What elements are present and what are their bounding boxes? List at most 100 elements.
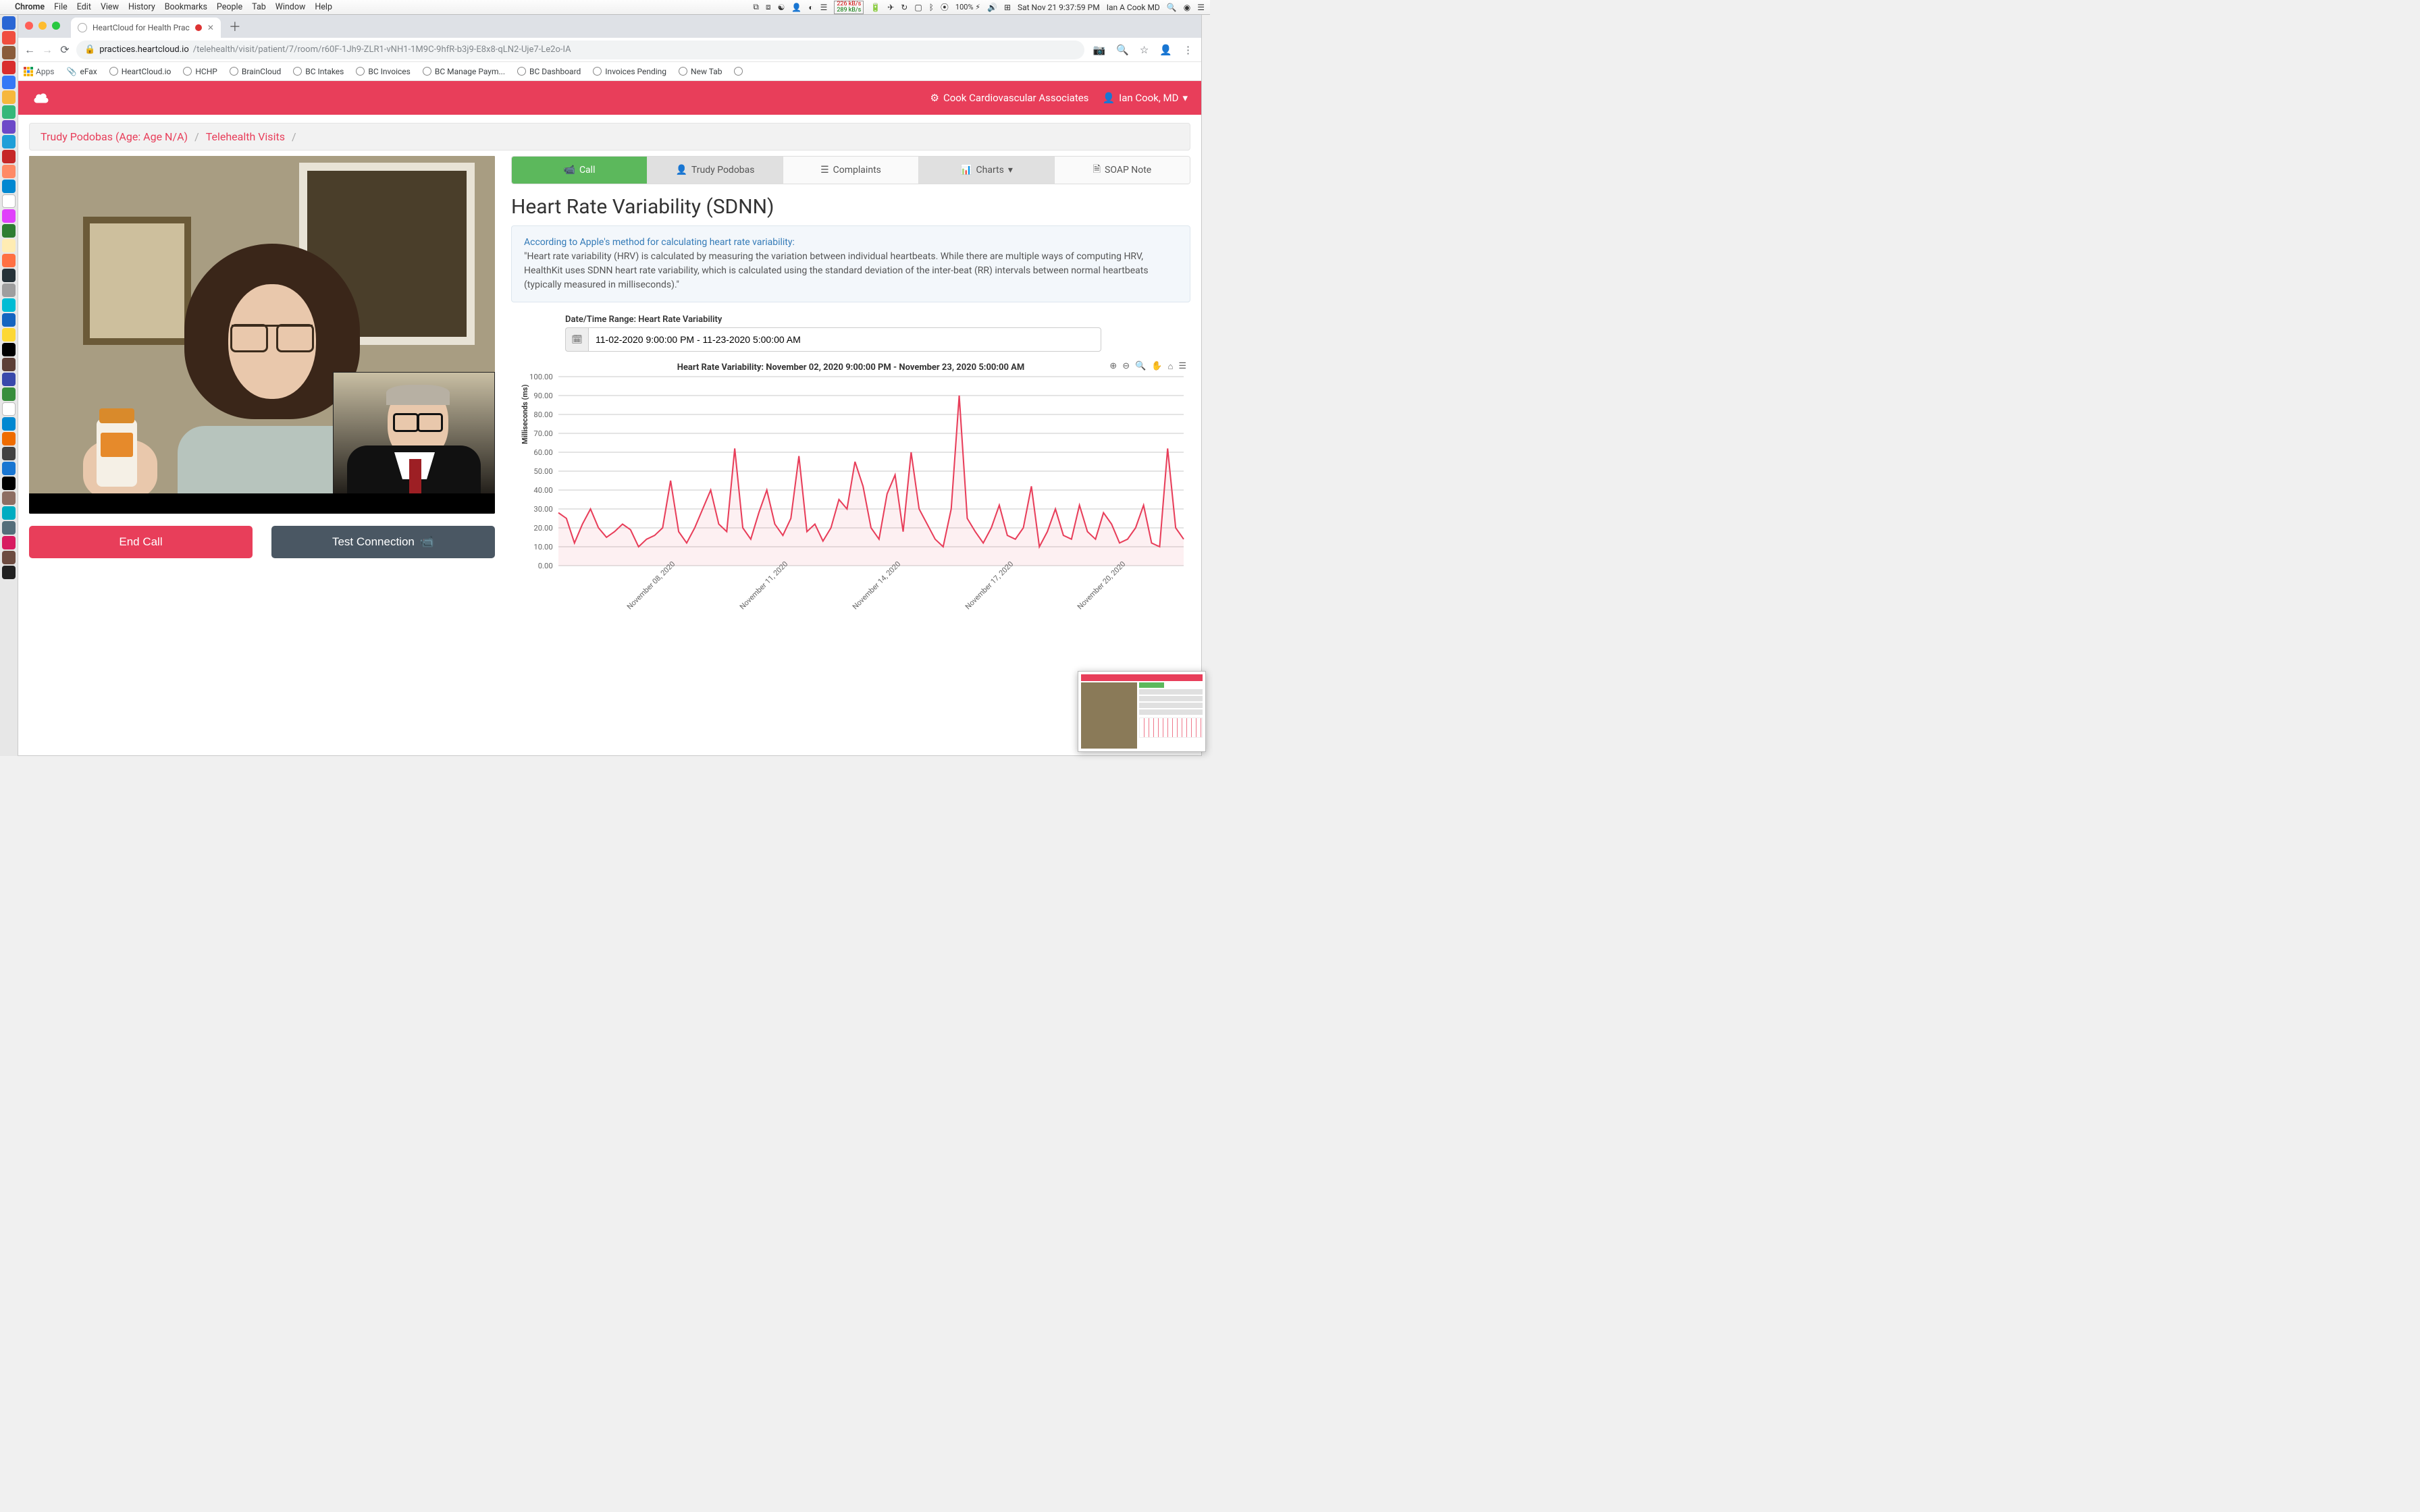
status-icon[interactable]: ☯: [778, 3, 785, 12]
dock-app-icon[interactable]: [2, 402, 16, 416]
bookmark-item[interactable]: [734, 67, 743, 76]
status-icon[interactable]: ☰: [820, 3, 828, 12]
menubar-clock[interactable]: Sat Nov 21 9:37:59 PM: [1018, 3, 1100, 12]
chart-plot-area[interactable]: Milliseconds (ms) 0.0010.0020.0030.0040.…: [558, 377, 1184, 566]
menubar-user[interactable]: Ian A Cook MD: [1107, 3, 1160, 12]
wifi-icon[interactable]: ⦿: [941, 1, 949, 13]
dock-app-icon[interactable]: [2, 328, 16, 342]
tab-close-icon[interactable]: ✕: [207, 23, 214, 32]
menu-history[interactable]: History: [128, 2, 155, 12]
bluetooth-icon[interactable]: ᛒ: [929, 3, 934, 12]
apple-method-link[interactable]: According to Apple's method for calculat…: [524, 237, 795, 248]
address-bar[interactable]: 🔒 practices.heartcloud.io/telehealth/vis…: [76, 40, 1084, 59]
spotlight-icon[interactable]: 🔍: [1167, 3, 1177, 12]
dock-app-icon[interactable]: [2, 313, 16, 327]
dock-app-icon[interactable]: [2, 180, 16, 193]
dock-app-icon[interactable]: [2, 551, 16, 564]
dock-app-icon[interactable]: [2, 373, 16, 386]
status-icon[interactable]: ⧉: [753, 2, 759, 12]
dock-app-icon[interactable]: [2, 120, 16, 134]
end-call-button[interactable]: End Call: [29, 526, 253, 558]
tab-patient[interactable]: 👤Trudy Podobas: [647, 157, 783, 184]
dock-app-icon[interactable]: [2, 105, 16, 119]
menubar-app-name[interactable]: Chrome: [15, 2, 45, 12]
dock-app-icon[interactable]: [2, 432, 16, 446]
dock-app-icon[interactable]: [2, 254, 16, 267]
menu-tab[interactable]: Tab: [252, 2, 266, 12]
tab-call[interactable]: 📹Call: [512, 157, 647, 184]
control-center-icon[interactable]: ⊞: [1004, 3, 1011, 12]
dock-app-icon[interactable]: [2, 506, 16, 520]
tab-complaints[interactable]: ☰Complaints: [783, 157, 918, 184]
forward-button[interactable]: →: [41, 43, 53, 57]
dock-app-icon[interactable]: [2, 284, 16, 297]
menu-bookmarks[interactable]: Bookmarks: [165, 2, 207, 12]
reload-button[interactable]: ⟳: [59, 43, 71, 56]
heartcloud-logo-icon[interactable]: [32, 88, 51, 107]
dock-app-icon[interactable]: [2, 76, 16, 89]
dock-app-icon[interactable]: [2, 239, 16, 252]
dock-app-icon[interactable]: [2, 31, 16, 45]
back-button[interactable]: ←: [24, 43, 36, 57]
dock-app-icon[interactable]: [2, 46, 16, 59]
notification-center-icon[interactable]: ☰: [1197, 3, 1205, 12]
dock-app-icon[interactable]: [2, 16, 16, 30]
dock-app-icon[interactable]: [2, 521, 16, 535]
dock-app-icon[interactable]: [2, 135, 16, 148]
breadcrumb-section[interactable]: Telehealth Visits: [206, 130, 285, 143]
zoom-in-icon[interactable]: ⊕: [1109, 361, 1117, 372]
camera-indicator-icon[interactable]: 📷: [1090, 44, 1108, 56]
pip-thumbnail[interactable]: [1078, 671, 1206, 752]
bookmark-item[interactable]: HCHP: [183, 67, 217, 76]
window-minimize-button[interactable]: [38, 22, 47, 30]
dock-app-icon[interactable]: [2, 566, 16, 579]
battery-icon[interactable]: 🔋: [870, 3, 880, 12]
telegram-icon[interactable]: ✈: [887, 3, 894, 12]
chrome-menu-icon[interactable]: ⋮: [1180, 44, 1196, 56]
dock-app-icon[interactable]: [2, 194, 16, 208]
user-icon[interactable]: 👤: [791, 3, 801, 12]
apps-shortcut[interactable]: Apps: [24, 67, 55, 76]
bookmark-item[interactable]: Invoices Pending: [593, 67, 666, 76]
status-icon[interactable]: ◐: [808, 3, 813, 12]
menu-help[interactable]: Help: [315, 2, 332, 12]
telehealth-video[interactable]: [29, 156, 495, 514]
header-user-menu[interactable]: 👤 Ian Cook, MD ▾: [1102, 92, 1188, 104]
header-org[interactable]: ⚙ Cook Cardiovascular Associates: [930, 92, 1088, 104]
profile-avatar-icon[interactable]: 👤: [1157, 44, 1175, 56]
menu-view[interactable]: View: [101, 2, 119, 12]
reset-icon[interactable]: ⌂: [1167, 361, 1173, 372]
dropbox-icon[interactable]: ⧈: [766, 2, 771, 12]
siri-icon[interactable]: ◉: [1184, 3, 1190, 12]
menu-file[interactable]: File: [54, 2, 68, 12]
pan-icon[interactable]: ✋: [1151, 361, 1162, 372]
dock-app-icon[interactable]: [2, 536, 16, 549]
bookmark-item[interactable]: New Tab: [679, 67, 722, 76]
window-zoom-button[interactable]: [52, 22, 60, 30]
dock-app-icon[interactable]: [2, 90, 16, 104]
bookmark-item[interactable]: BC Manage Paym...: [423, 67, 505, 76]
browser-tab[interactable]: HeartCloud for Health Prac ✕: [71, 18, 221, 38]
dock-app-icon[interactable]: [2, 447, 16, 460]
local-video-feed[interactable]: [333, 372, 495, 500]
dock-app-icon[interactable]: [2, 61, 16, 74]
menu-people[interactable]: People: [217, 2, 242, 12]
timemachine-icon[interactable]: ↻: [901, 3, 908, 12]
dock-app-icon[interactable]: [2, 477, 16, 490]
tab-charts[interactable]: 📊Charts▾: [918, 157, 1054, 184]
dock-app-icon[interactable]: [2, 417, 16, 431]
zoom-icon[interactable]: 🔍: [1113, 44, 1132, 56]
dock-app-icon[interactable]: [2, 209, 16, 223]
volume-icon[interactable]: 🔊: [987, 3, 997, 12]
dock-app-icon[interactable]: [2, 358, 16, 371]
date-range-input[interactable]: [588, 327, 1101, 352]
calendar-icon[interactable]: 🗓: [565, 327, 588, 352]
dock-app-icon[interactable]: [2, 298, 16, 312]
bookmark-star-icon[interactable]: ☆: [1137, 44, 1151, 56]
bookmark-item[interactable]: HeartCloud.io: [109, 67, 172, 76]
dock-app-icon[interactable]: [2, 462, 16, 475]
bookmark-item[interactable]: BrainCloud: [230, 67, 281, 76]
airplay-icon[interactable]: ▢: [914, 3, 922, 12]
dock-app-icon[interactable]: [2, 150, 16, 163]
test-connection-button[interactable]: Test Connection 📹: [271, 526, 495, 558]
